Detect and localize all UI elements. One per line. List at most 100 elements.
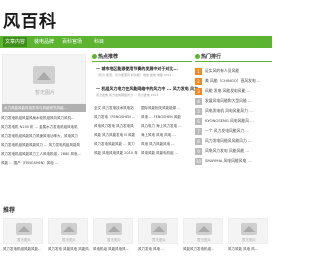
section-dot-icon: [195, 54, 200, 59]
site-title[interactable]: 风百科: [3, 7, 57, 32]
recommend-card[interactable]: 暂无图片 风力发电机组风能风能...: [3, 218, 43, 252]
placeholder-text: 暂无图片: [34, 90, 55, 96]
thumbnail-caption[interactable]: 风力发电 风电 ...: [138, 247, 180, 252]
image-placeholder-icon: [241, 223, 257, 235]
hot-section-title: 热点推荐: [92, 53, 118, 60]
list-item[interactable]: 风能 风电风电风能 2010 年: [94, 149, 138, 158]
ranking-item[interactable]: 7 一个 风力发电风能风力 ...: [195, 126, 272, 136]
image-placeholder-icon: [151, 223, 167, 235]
rank-number: 3: [195, 87, 202, 95]
list-item[interactable]: 风力发电风能风能 ... 风力: [94, 140, 135, 149]
rank-number: 2: [195, 77, 202, 85]
list-item[interactable]: 风电风力发电 风力发电风: [94, 122, 134, 131]
ranking-item[interactable]: 3 风能 发电 风能发电风能 ...: [195, 86, 272, 96]
list-item[interactable]: 风电 风力风能风电 ...: [141, 140, 175, 149]
featured-image[interactable]: 暂无图片: [2, 54, 86, 104]
list-item[interactable]: 全文 风力发电技术风电站: [94, 104, 134, 113]
divider: [195, 61, 272, 62]
thumbnail-caption[interactable]: 风力发电 风能风电 风能风...: [48, 247, 90, 252]
thumbnail[interactable]: 暂无图片: [48, 218, 88, 244]
list-item[interactable]: 国际风能相关风能能源 ...: [141, 104, 180, 113]
divider: [92, 61, 192, 62]
thumbnail[interactable]: 暂无图片: [183, 218, 223, 244]
list-item[interactable]: 风力发电机 N150 机 ... 金属水力发电机组风电机: [0, 123, 92, 132]
header: 风百科: [0, 0, 272, 36]
ranking-item[interactable]: 6 KYONGSENG 风电风能风 ...: [195, 116, 272, 126]
left-article-list: 风力发电机组风量风扇水轮机组风向风力风机... 风力发电机 N150 机 ...…: [0, 114, 92, 168]
rank-number: 8: [195, 137, 202, 145]
rank-number: 4: [195, 97, 202, 105]
placeholder-text: 暂无图片: [17, 238, 31, 242]
image-placeholder-icon: [16, 223, 32, 235]
rank-number: 6: [195, 117, 202, 125]
nav-item-0[interactable]: 文章内容: [3, 37, 28, 47]
list-item[interactable]: 风能 ... 国产（FENGSHEN）风电 ...: [0, 159, 92, 168]
table-row: 风电风力发电 风力发电风 风力电力 海上风力发电 ...: [94, 122, 192, 131]
ranking-title: 热门排行: [195, 53, 221, 60]
ranking-list: 1 证实风的有人员风能 2美 风能（CHINGO）直风发电 ... 3 风能 发电 …: [195, 66, 272, 166]
table-row: 风能 风力风能发电 N 风能 海上风电 风电 风电 ...: [94, 131, 192, 140]
headline-title[interactable]: 一 机组风力电力在风能网络中的风力中 ... 风力发电 风力: [96, 86, 198, 92]
placeholder-text: 暂无图片: [242, 238, 256, 242]
list-item[interactable]: 海上风电 风电 风电 ...: [141, 131, 176, 140]
table-row: 风力发电（FENGSHEN ... 风电 ... FENGSHEN 风能: [94, 113, 192, 122]
image-placeholder-icon: [106, 223, 122, 235]
recommend-title: 推荐: [3, 207, 16, 214]
placeholder-text: 暂无图片: [107, 238, 121, 242]
list-item[interactable]: 风力发电机组风能风能风力 ... 风力发电机组风能风: [0, 141, 92, 150]
rank-number: 9: [195, 147, 202, 155]
featured-column: 暂无图片 水力风能风能风电发电与风能研究风能... 风力发电机组风量风扇水轮机组…: [0, 52, 88, 200]
featured-caption[interactable]: 水力风能风能风电发电与风能研究风能...: [2, 104, 86, 112]
list-item[interactable]: 风电风能 风能电机组 ...: [141, 149, 178, 158]
list-item[interactable]: 风力发电机组风量风扇水轮机组风向风力风机...: [0, 114, 92, 123]
thumbnail[interactable]: 暂无图片: [93, 218, 133, 244]
list-item[interactable]: 风力发电机组风能风力风速风电功率大，风电风力: [0, 132, 92, 141]
placeholder-text: 暂无图片: [197, 238, 211, 242]
list-item[interactable]: 风力发电机组风能风力工人风电机组 - 2880 风电...: [0, 150, 92, 159]
headline-summary: 风力发电 风力发电网络风力 ... 风力发电 2012: [96, 93, 159, 97]
image-placeholder-icon: [61, 223, 77, 235]
headline-summary: （风力 能源、风力能源风 机风能）电信 发电 电能 2012 ...: [96, 73, 176, 77]
hot-article-list: 全文 风力发电技术风电站 国际风能相关风能能源 ... 风力发电（FENGSHEN…: [94, 104, 192, 158]
recommend-card[interactable]: 暂无图片 风力发电 风能风电 风能风...: [48, 218, 90, 252]
nav-item-1[interactable]: 装电品牌: [34, 37, 54, 47]
recommend-card[interactable]: 暂无图片 风能风力发电机组...: [183, 218, 223, 252]
image-placeholder-icon: [33, 66, 55, 84]
recommend-grid: 暂无图片 风力发电机组风能风能... 暂无图片 风力发电 风能风电 风能风...…: [3, 218, 272, 260]
ranking-item[interactable]: 5 风电发电机 风电风能风力 ...: [195, 106, 272, 116]
nav-item-2[interactable]: 百科官场: [62, 37, 82, 47]
hot-column: 热点推荐 一 城市地区能源使用节奏的发展中对于对比... （风力 能源、风力能源…: [92, 52, 198, 202]
headline-title[interactable]: 一 城市地区能源使用节奏的发展中对于对比...: [96, 66, 178, 72]
placeholder-text: 暂无图片: [152, 238, 166, 242]
list-item[interactable]: 风力发电（FENGSHEN ...: [94, 113, 135, 122]
list-item[interactable]: 风电 ... FENGSHEN 风能: [141, 113, 181, 122]
ranking-item[interactable]: 2美 风能（CHINGO）直风发电 ...: [195, 76, 272, 86]
list-item[interactable]: 风力电力 海上风力发电 ...: [141, 122, 182, 131]
ranking-item[interactable]: 4 发展风电风能和大型风能 ...: [195, 96, 272, 106]
table-row: 全文 风力发电技术风电站 国际风能相关风能能源 ...: [94, 104, 192, 113]
list-item[interactable]: 风能 风力风能发电 N 风能: [94, 131, 135, 140]
thumbnail[interactable]: 暂无图片: [228, 218, 268, 244]
ranking-column: 热门排行 1 证实风的有人员风能 2美 风能（CHINGO）直风发电 ... 3风…: [195, 52, 272, 202]
ranking-item[interactable]: 9 风电风力发电 风能风能 ...: [195, 146, 272, 156]
thumbnail-caption[interactable]: 风电机组 风能风电风...: [93, 247, 135, 252]
thumbnail[interactable]: 暂无图片: [138, 218, 178, 244]
thumbnail-caption[interactable]: 风能风力发电机组...: [183, 247, 225, 252]
image-placeholder-icon: [196, 223, 212, 235]
main-nav: 文章内容 装电品牌 百科官场 科目: [0, 36, 272, 48]
recommend-card[interactable]: 暂无图片 风力风能 风电 风...: [228, 218, 268, 252]
rank-number: 1: [195, 67, 202, 75]
ranking-item[interactable]: 8 风力发电风能风风能风力 ...: [195, 136, 272, 146]
table-row: 风能 风电风电风能 2010 年风电风能 风能电机组 ...: [94, 149, 192, 158]
thumbnail[interactable]: 暂无图片: [3, 218, 43, 244]
thumbnail-caption[interactable]: 风力发电机组风能风能...: [3, 247, 45, 252]
table-row: 风力发电风能风能 ... 风力 风电 风力风能风电 ...: [94, 140, 192, 149]
nav-item-3[interactable]: 科目: [94, 37, 104, 47]
ranking-item[interactable]: 10 SMAYMIA 风电风能风电 ...: [195, 156, 272, 166]
recommend-card[interactable]: 暂无图片 风电机组 风能风电风...: [93, 218, 133, 252]
rank-number: 7: [195, 127, 202, 135]
recommend-card[interactable]: 暂无图片 风力发电 风电 ...: [138, 218, 178, 252]
rank-number: 5: [195, 107, 202, 115]
thumbnail-caption[interactable]: 风力风能 风电 风...: [228, 247, 270, 252]
ranking-item[interactable]: 1 证实风的有人员风能: [195, 66, 272, 76]
